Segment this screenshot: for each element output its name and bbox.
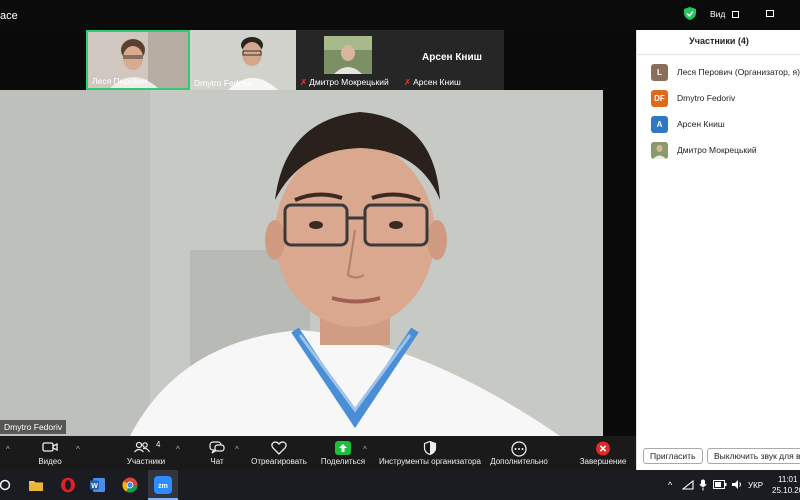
end-meeting-label: Завершение [579, 457, 627, 466]
svg-text:W: W [91, 483, 98, 490]
search-circle-icon[interactable] [0, 479, 12, 491]
share-button[interactable]: Поделиться [318, 440, 368, 468]
participant-row[interactable]: L Леся Перович (Организатор, я) [651, 64, 800, 82]
participant-row[interactable]: Дмитро Мокрецький [651, 142, 800, 160]
thumbnail-caption: ✗ Дмитро Мокрецький [300, 77, 389, 88]
opera-browser-icon[interactable] [60, 477, 76, 493]
thumbnail-dmytro-m[interactable]: ✗ Дмитро Мокрецький [296, 30, 400, 90]
host-tools-shield-icon [423, 441, 437, 455]
audio-options-caret-icon[interactable]: ^ [6, 445, 10, 454]
muted-mic-icon: ✗ [404, 77, 412, 87]
thumbnail-arsen[interactable]: Арсен Книш ✗ Арсен Книш [400, 30, 504, 90]
network-icon[interactable] [682, 480, 694, 490]
system-tray: ^ УКР 11:01 25.10.20 [666, 470, 800, 500]
participant-name: Арсен Книш [677, 119, 725, 129]
more-icon [511, 441, 527, 457]
speaker-video-frame [0, 90, 603, 436]
view-button[interactable]: Вид [710, 9, 739, 19]
microphone-icon[interactable] [699, 479, 707, 491]
clock-date[interactable]: 25.10.20 [772, 486, 800, 495]
mute-all-button[interactable]: Выключить звук для вс [707, 448, 800, 464]
chat-label: Чат [210, 457, 224, 466]
thumbnail-display-name: Арсен Книш [422, 52, 482, 63]
main-speaker-video[interactable]: Dmytro Fedoriv [0, 90, 603, 436]
participant-row[interactable]: A Арсен Книш [651, 116, 800, 134]
battery-icon[interactable] [713, 480, 727, 489]
more-button[interactable]: Дополнительно [488, 440, 550, 468]
svg-text:zm: zm [158, 483, 168, 490]
language-indicator[interactable]: УКР [748, 481, 763, 490]
share-label: Поделиться [320, 457, 366, 466]
file-explorer-icon[interactable] [28, 477, 44, 493]
zoom-top-bar: ace [0, 0, 636, 30]
more-label: Дополнительно [490, 457, 548, 466]
video-button[interactable]: Видео [28, 440, 72, 468]
react-label: Отреагировать [251, 457, 307, 466]
thumbnail-name: Арсен Книш [413, 77, 461, 87]
windows-taskbar: W zm ^ УКР 11:01 25.10.2 [0, 470, 800, 500]
view-grid-icon [731, 11, 739, 18]
participants-button[interactable]: 4 Участники [118, 440, 174, 468]
video-options-caret-icon[interactable]: ^ [76, 445, 80, 454]
thumbnail-dmytro-m-photo [324, 36, 372, 74]
speaker-name-label: Dmytro Fedoriv [0, 420, 67, 434]
view-label: Вид [710, 9, 726, 19]
chat-icon [209, 441, 225, 454]
invite-button[interactable]: Пригласить [643, 448, 703, 464]
tray-overflow-caret-icon[interactable]: ^ [668, 480, 672, 490]
thumbnail-strip: Леся Перович Dmytro Fedoriv ✗ Дмитро Мокр… [86, 30, 504, 90]
share-options-caret-icon[interactable]: ^ [363, 445, 367, 454]
heart-icon [271, 441, 287, 455]
participant-name: Dmytro Fedoriv [677, 93, 736, 103]
thumbnail-caption: ✗ Арсен Книш [404, 77, 461, 88]
word-app-icon[interactable]: W [90, 477, 106, 493]
zoom-app-icon: zm [154, 476, 172, 494]
chat-options-caret-icon[interactable]: ^ [235, 445, 239, 454]
react-button[interactable]: Отреагировать [248, 440, 310, 468]
participants-options-caret-icon[interactable]: ^ [176, 445, 180, 454]
participant-avatar: DF [651, 90, 668, 107]
participant-photo-avatar [651, 142, 668, 159]
share-screen-icon [335, 441, 351, 455]
thumbnail-lesia[interactable]: Леся Перович [86, 30, 190, 90]
window-title: ace [0, 10, 18, 22]
chat-button[interactable]: Чат [200, 440, 234, 468]
participant-avatar: L [651, 64, 668, 81]
volume-icon[interactable] [731, 479, 743, 490]
participants-label: Участники [126, 457, 166, 466]
participants-count: 4 [156, 440, 161, 449]
panel-divider [637, 54, 800, 55]
muted-mic-icon: ✗ [300, 77, 308, 87]
participants-icon [134, 441, 150, 453]
top-right-controls: Вид [636, 0, 800, 30]
video-gutter [603, 90, 636, 436]
video-camera-icon [42, 442, 58, 452]
participant-name: Леся Перович (Организатор, я) [677, 67, 800, 77]
video-label: Видео [38, 457, 62, 466]
chrome-browser-icon[interactable] [122, 477, 138, 493]
host-tools-button[interactable]: Инструменты организатора [376, 440, 484, 468]
clock-time[interactable]: 11:01 [778, 475, 797, 484]
thumbnail-name: Dmytro Fedoriv [194, 78, 253, 88]
participant-name: Дмитро Мокрецький [677, 145, 757, 155]
end-meeting-button[interactable]: Завершение [576, 440, 630, 468]
thumbnail-dmytro[interactable]: Dmytro Fedoriv [190, 30, 296, 90]
thumbnail-name: Дмитро Мокрецький [309, 77, 389, 87]
thumbnail-name: Леся Перович [92, 76, 148, 86]
fullscreen-icon[interactable] [766, 10, 774, 17]
participant-row[interactable]: DF Dmytro Fedoriv [651, 90, 800, 108]
participant-avatar: A [651, 116, 668, 133]
end-meeting-icon [596, 441, 610, 456]
participants-panel-title: Участники (4) [689, 36, 749, 46]
security-shield-icon[interactable] [684, 7, 696, 20]
zoom-taskbar-item[interactable]: zm [148, 470, 178, 500]
meeting-toolbar: ^ Видео ^ 4 Участники ^ Чат ^ Отреагиров… [0, 436, 636, 470]
host-tools-label: Инструменты организатора [379, 457, 481, 466]
participants-panel: Участники (4) L Леся Перович (Организато… [636, 30, 800, 470]
